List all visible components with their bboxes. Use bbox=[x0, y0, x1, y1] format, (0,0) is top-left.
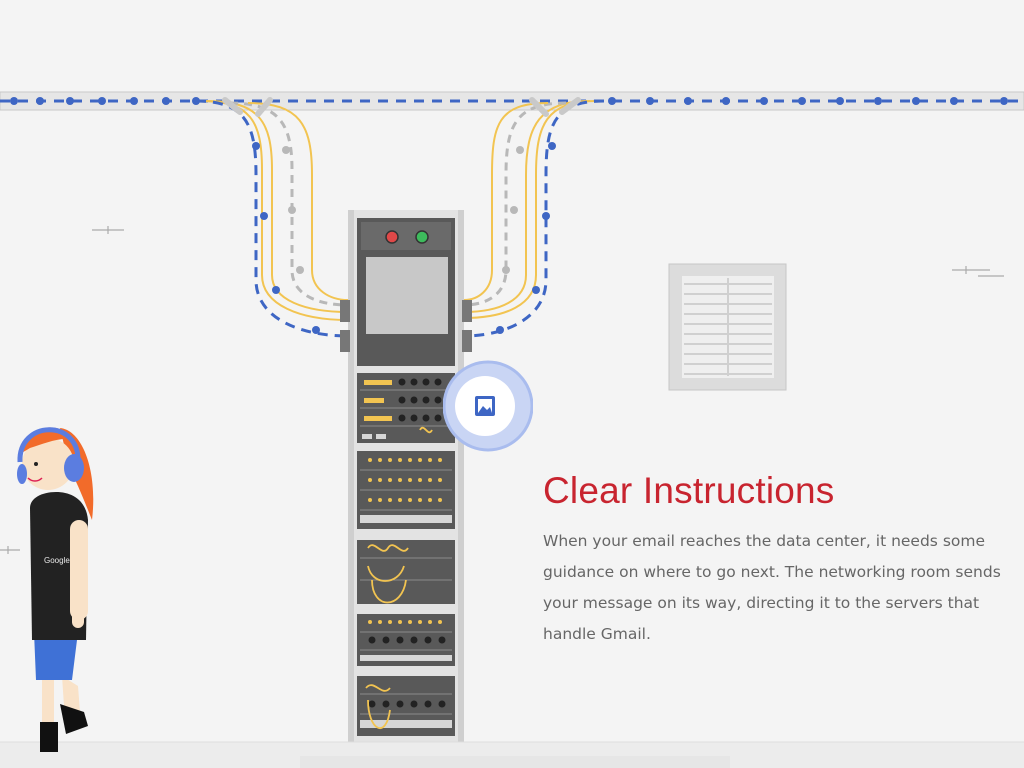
wall-air-vent bbox=[668, 263, 787, 391]
right-cable-bundle bbox=[463, 97, 605, 338]
ceiling-cable-tray bbox=[0, 91, 1024, 111]
floor bbox=[0, 741, 1024, 768]
google-character: Google bbox=[17, 427, 94, 752]
section-title: Clear Instructions bbox=[543, 470, 835, 511]
image-hotspot-graphic bbox=[442, 360, 534, 452]
server-rack bbox=[340, 210, 472, 755]
section-description: When your email reaches the data center,… bbox=[543, 532, 1001, 643]
shirt-logo: Google bbox=[44, 556, 70, 565]
info-panel: Clear Instructions When your email reach… bbox=[543, 470, 1013, 650]
image-hotspot-button[interactable] bbox=[442, 348, 534, 468]
left-cable-bundle bbox=[195, 97, 349, 338]
scene-stage: Google Clear Instructions When your emai… bbox=[0, 0, 1024, 768]
image-icon bbox=[475, 396, 495, 416]
